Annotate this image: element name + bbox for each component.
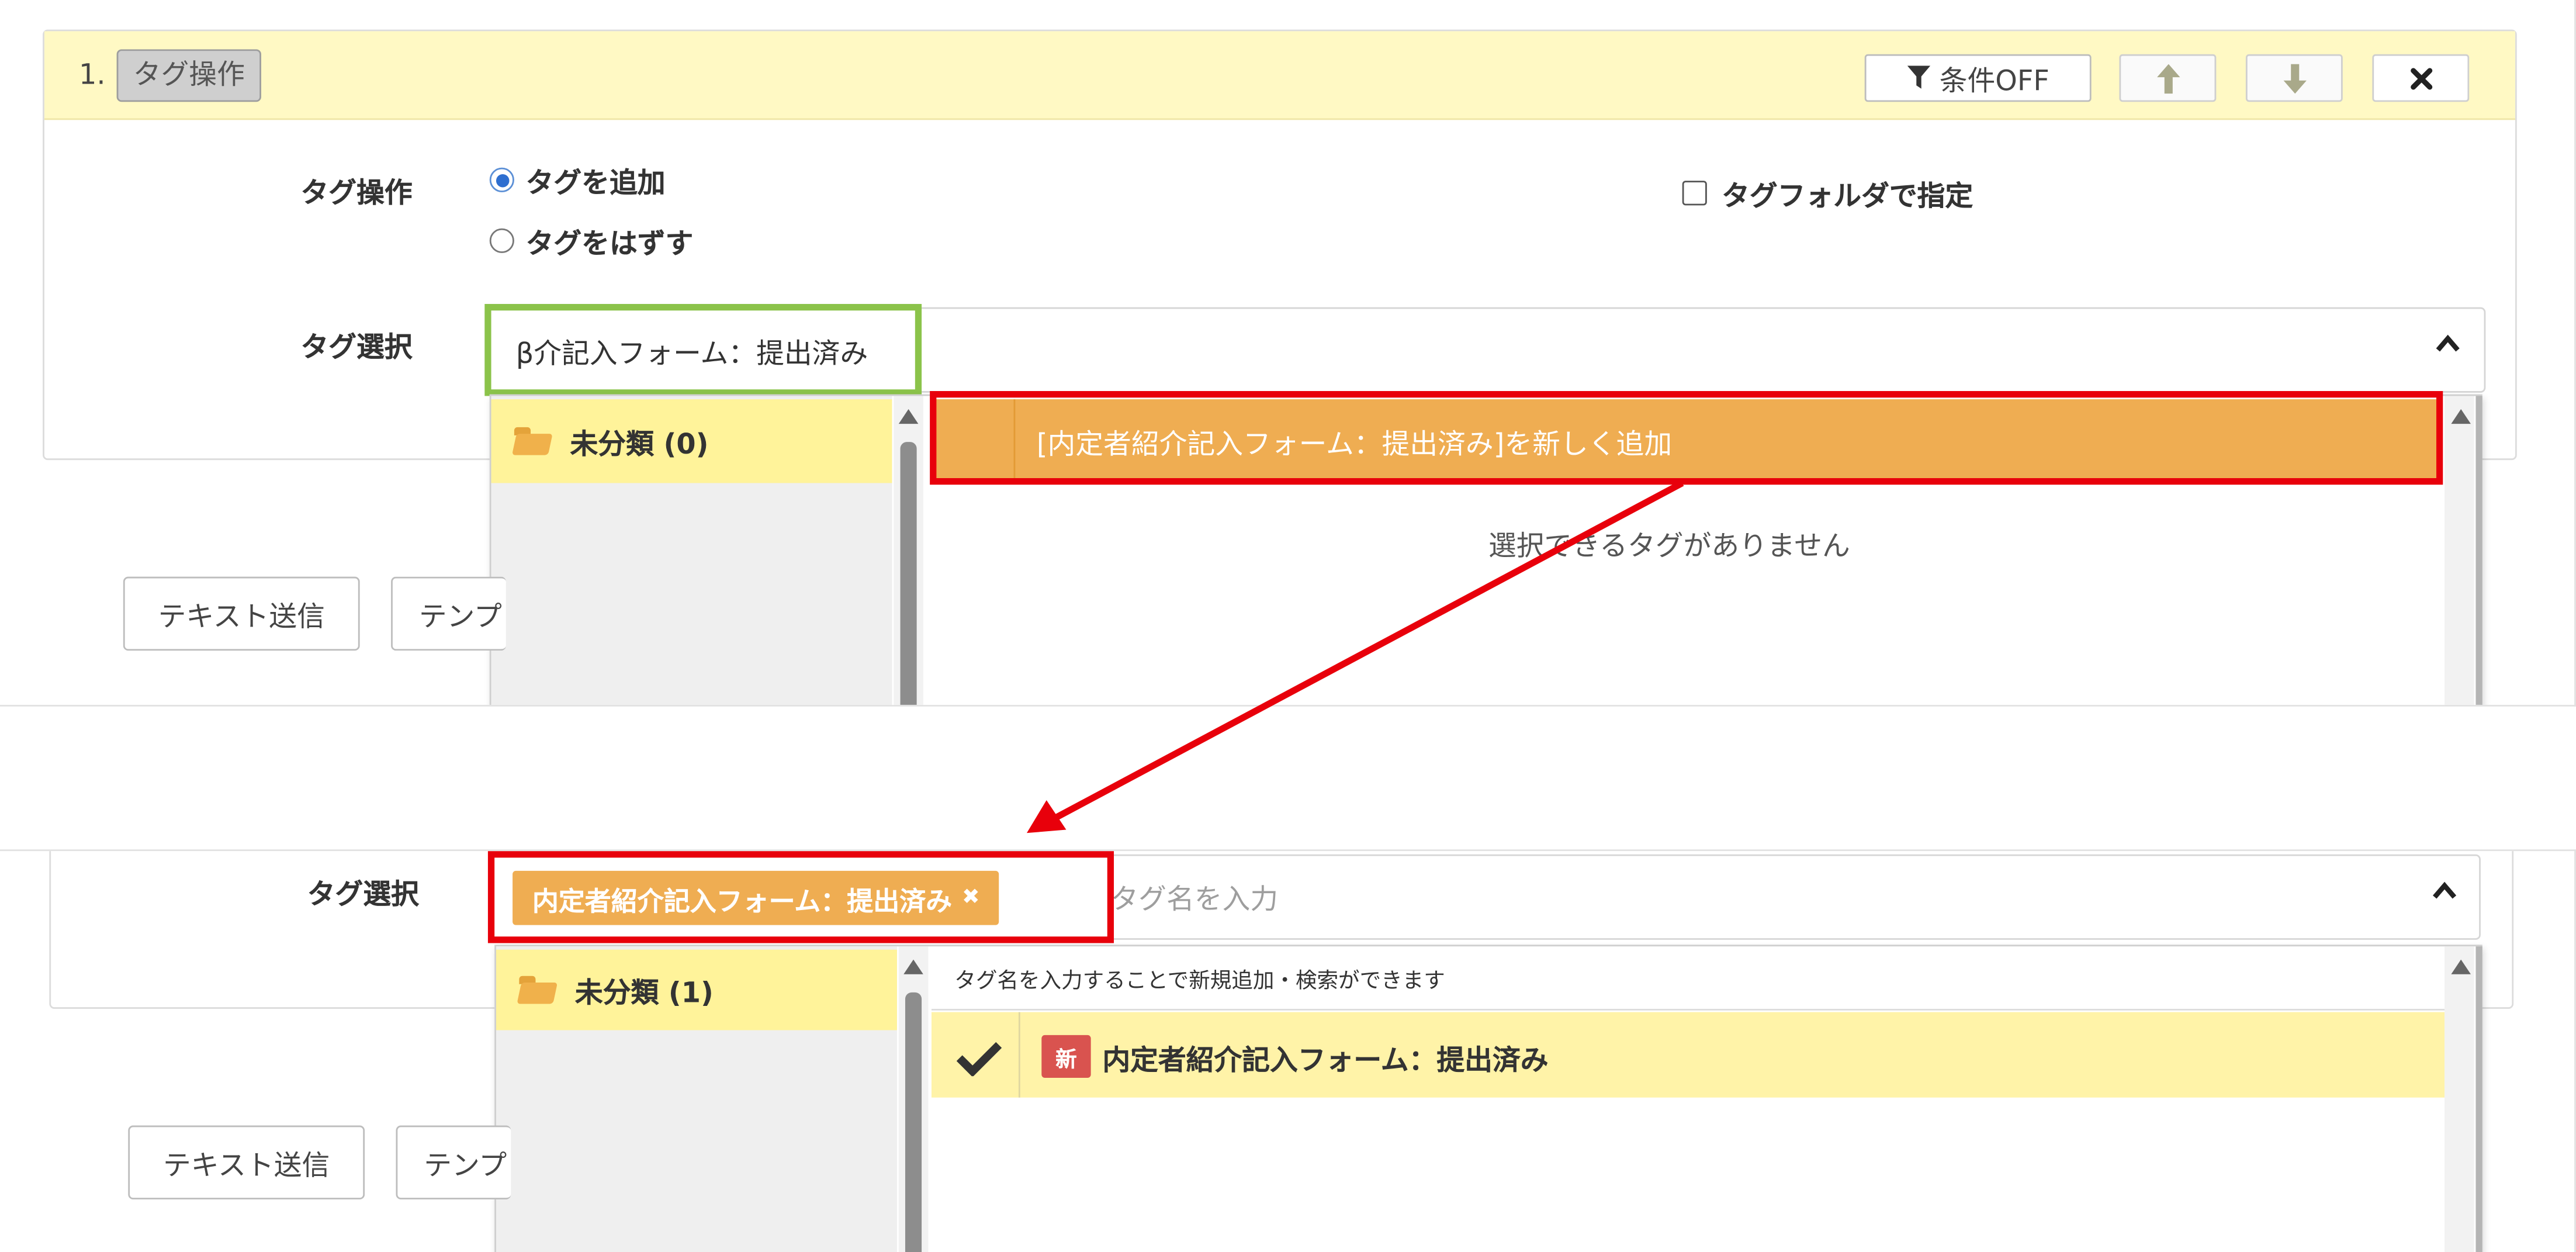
- annotation-arrow: [1027, 480, 1684, 833]
